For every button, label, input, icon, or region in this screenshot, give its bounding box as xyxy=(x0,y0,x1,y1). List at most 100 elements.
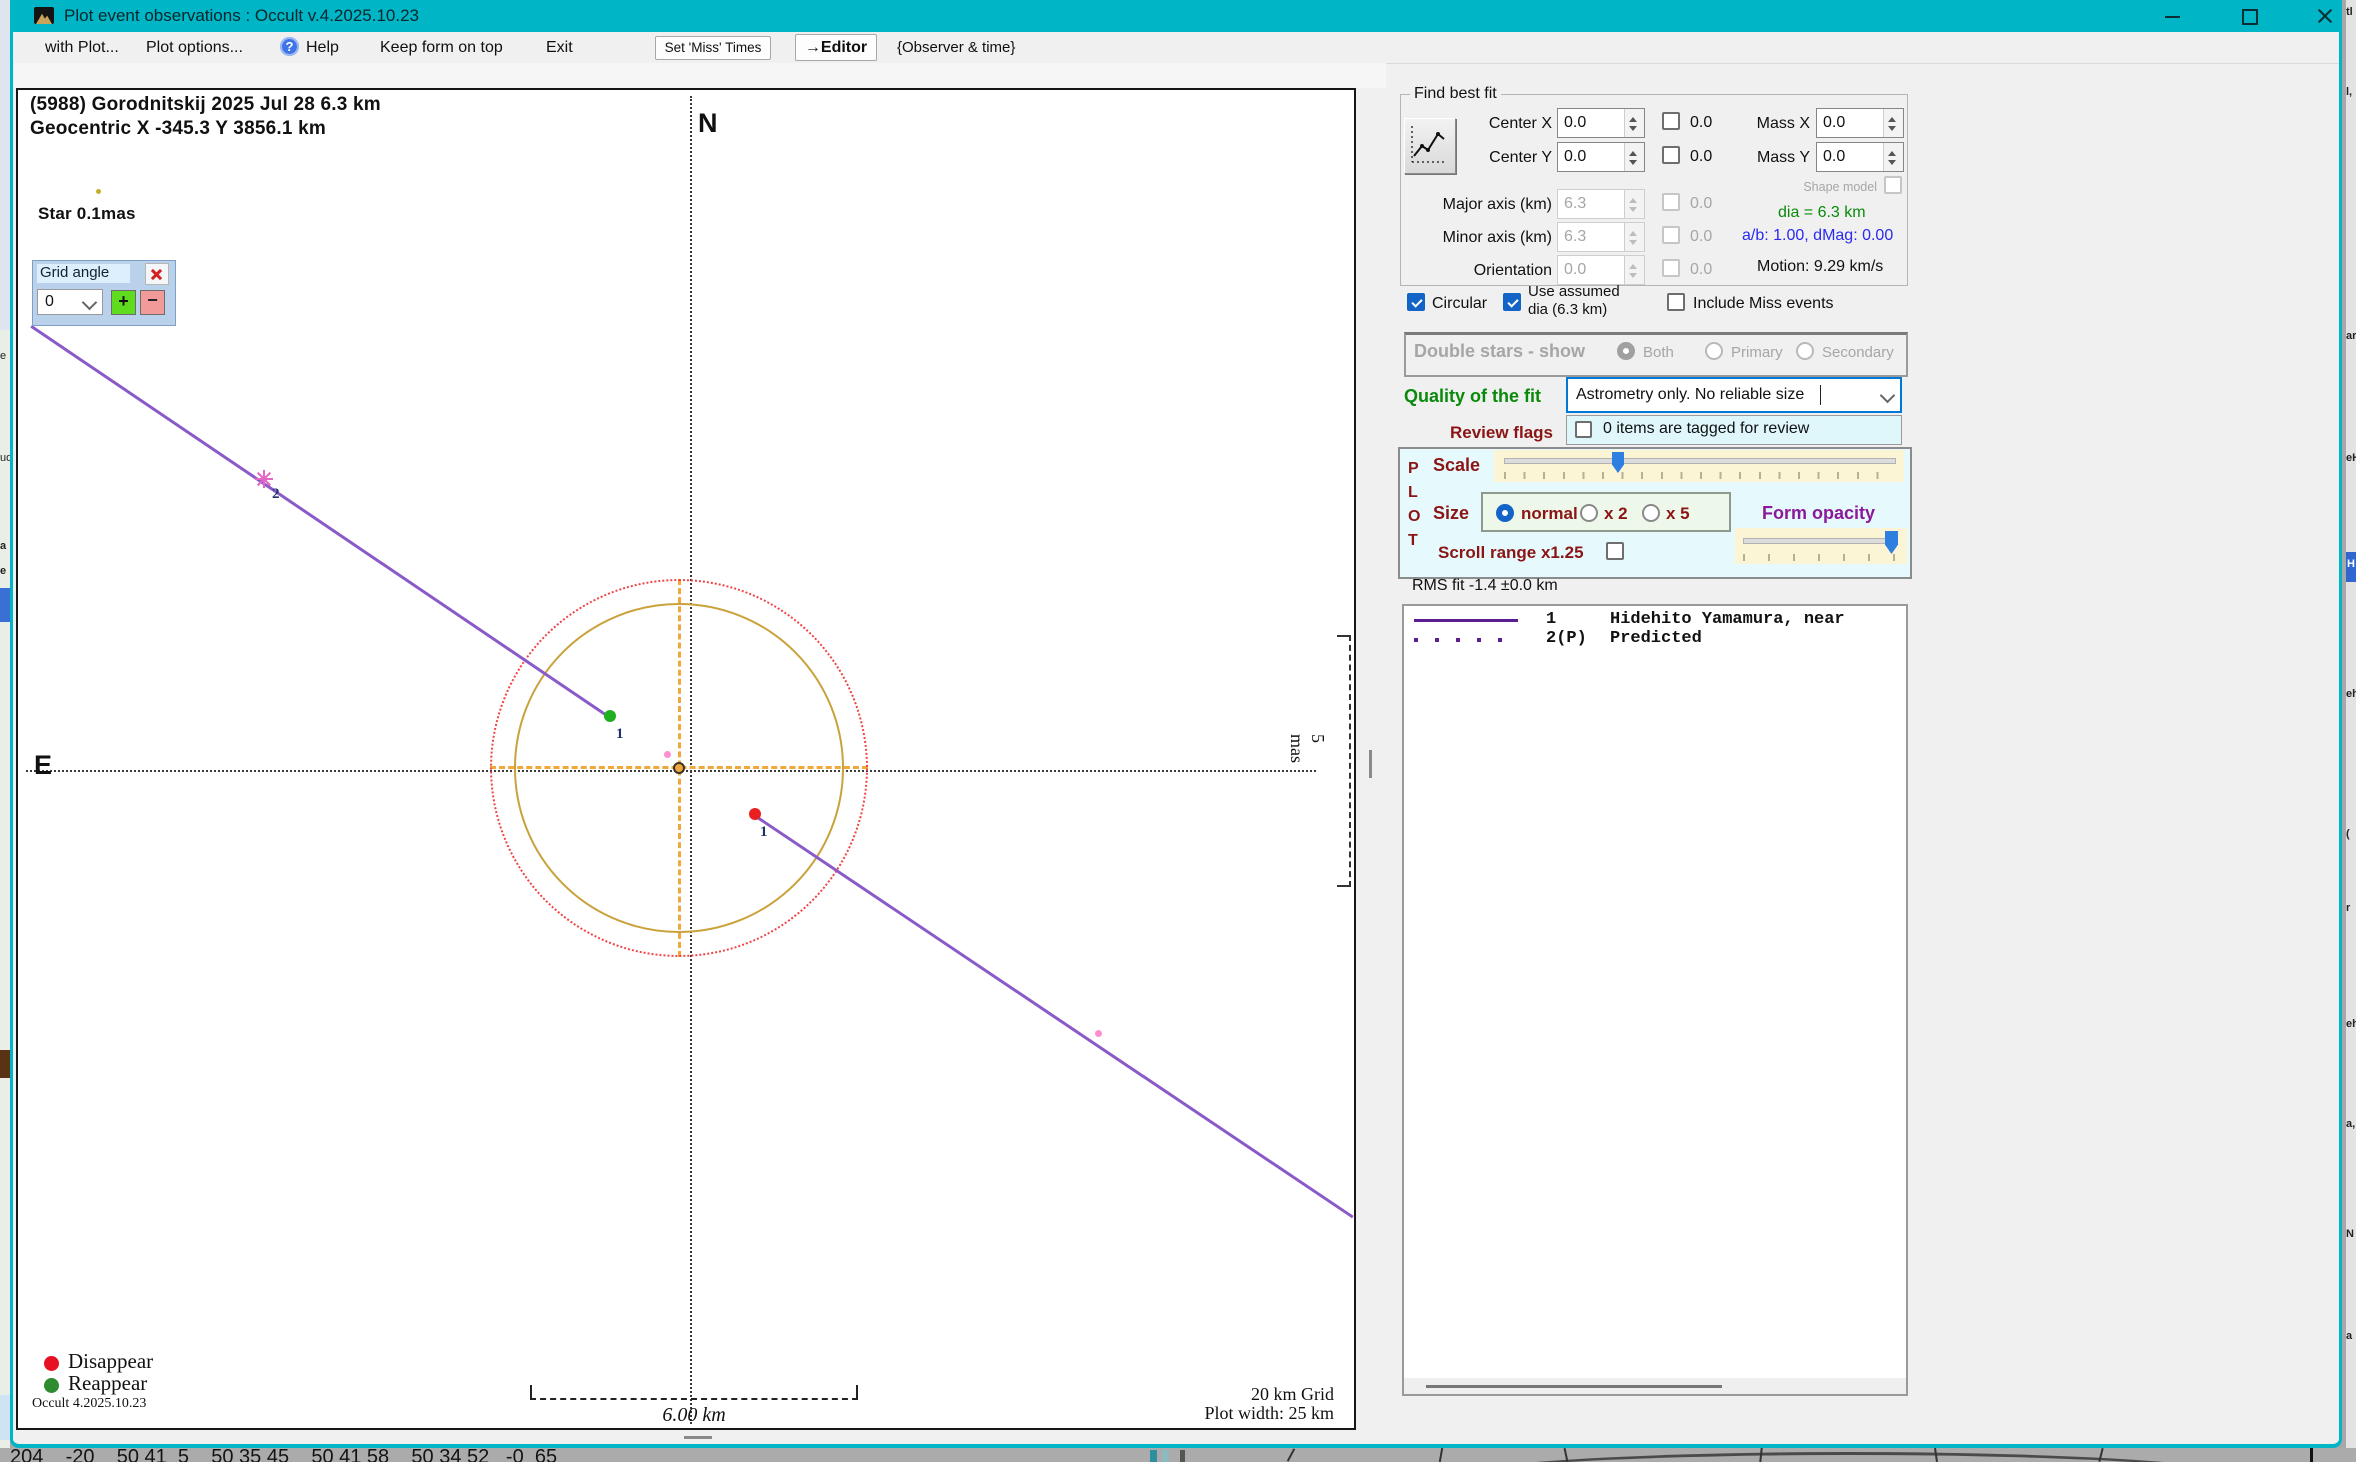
orientation-spinner: 0.0 xyxy=(1557,255,1645,285)
quality-combobox[interactable]: Astrometry only. No reliable size xyxy=(1566,377,1902,413)
center-x-spinner[interactable]: 0.0 xyxy=(1557,108,1645,138)
right-fragment: l, xyxy=(2346,86,2353,98)
shape-model-label: Shape model xyxy=(1803,180,1877,194)
chevron-down-icon xyxy=(81,294,98,311)
plot-letter-p: P xyxy=(1408,460,1419,477)
mass-x-spinner[interactable]: 0.0 xyxy=(1816,108,1904,138)
minimize-icon xyxy=(2165,16,2180,18)
scale-slider[interactable] xyxy=(1494,450,1904,482)
predicted-marker xyxy=(255,470,273,488)
mass-y-spinner[interactable]: 0.0 xyxy=(1816,142,1904,172)
center-x-label: Center X xyxy=(1488,115,1552,132)
scale-bar-label: 6.00 km xyxy=(662,1404,726,1426)
editor-button[interactable]: →Editor xyxy=(795,34,877,61)
small-pink-dot-center xyxy=(664,751,671,758)
double-stars-primary-radio xyxy=(1705,342,1723,360)
form-opacity-slider[interactable] xyxy=(1735,528,1907,564)
grid-angle-title: Grid angle xyxy=(37,264,130,283)
grid-angle-close-button[interactable] xyxy=(145,263,169,285)
screen: { "icons": {"help": "?", "plus": "+", "m… xyxy=(0,0,2356,1462)
chord-line-upper xyxy=(30,325,611,719)
mass-y-label: Mass Y xyxy=(1756,149,1810,166)
circular-checkbox[interactable] xyxy=(1407,293,1425,311)
spinner-arrows[interactable] xyxy=(1883,143,1903,171)
map-fragment xyxy=(1420,1452,2280,1462)
minimize-button[interactable] xyxy=(2150,0,2196,32)
include-miss-checkbox[interactable] xyxy=(1667,293,1685,311)
set-miss-times-button[interactable]: Set 'Miss' Times xyxy=(655,36,771,60)
scale-slider-thumb[interactable] xyxy=(1612,452,1624,473)
version-label: Occult 4.2025.10.23 xyxy=(32,1396,147,1411)
vertical-scrollbar-thumb[interactable] xyxy=(1369,750,1372,778)
observer-row-name[interactable]: Predicted xyxy=(1610,629,1702,648)
grid-angle-plus-button[interactable]: + xyxy=(111,290,136,315)
center-x-checkbox[interactable] xyxy=(1662,112,1680,130)
form-opacity-label: Form opacity xyxy=(1762,503,1876,523)
right-fragment: a, xyxy=(2346,1118,2356,1130)
right-fragment: eh xyxy=(2346,1018,2356,1030)
find-best-fit-legend: Find best fit xyxy=(1410,85,1501,103)
center-marker xyxy=(673,762,685,774)
menu-plot-options[interactable]: Plot options... xyxy=(146,39,243,57)
reappear-marker xyxy=(604,710,616,722)
predicted-marker-label: 2 xyxy=(272,486,280,502)
review-flags-text: 0 items are tagged for review xyxy=(1603,420,1810,437)
shape-model-checkbox[interactable] xyxy=(1884,176,1902,194)
review-flags-box: 0 items are tagged for review xyxy=(1566,415,1902,445)
form-opacity-slider-thumb[interactable] xyxy=(1885,531,1898,554)
review-flags-checkbox[interactable] xyxy=(1575,421,1592,438)
left-fragment: ud xyxy=(0,452,10,464)
grid-angle-select[interactable]: 0 xyxy=(37,289,103,315)
close-button[interactable] xyxy=(2302,0,2348,32)
double-stars-both-label: Both xyxy=(1643,344,1674,361)
minor-axis-label: Minor axis (km) xyxy=(1442,229,1552,246)
size-normal-radio[interactable] xyxy=(1496,504,1514,522)
ab-dmag-label: a/b: 1.00, dMag: 0.00 xyxy=(1742,227,1894,244)
use-assumed-label-2: dia (6.3 km) xyxy=(1528,301,1608,318)
menu-help[interactable]: Help xyxy=(306,39,339,57)
center-y-label: Center Y xyxy=(1489,149,1552,166)
horizontal-scrollbar-thumb[interactable] xyxy=(684,1436,712,1439)
right-fragment: N xyxy=(2346,1228,2354,1240)
observer-row-num[interactable]: 1 xyxy=(1546,610,1556,629)
orientation-checkbox xyxy=(1662,259,1680,277)
event-geocentric: Geocentric X -345.3 Y 3856.1 km xyxy=(30,118,326,139)
list-hscrollbar[interactable] xyxy=(1404,1378,1906,1394)
spinner-arrows[interactable] xyxy=(1883,109,1903,137)
title-bar[interactable]: Plot event observations : Occult v.4.202… xyxy=(10,0,2342,32)
maximize-icon xyxy=(2242,9,2258,25)
menu-with-plot[interactable]: with Plot... xyxy=(45,39,119,57)
maximize-button[interactable] xyxy=(2226,0,2272,32)
reappear-legend-label: Reappear xyxy=(68,1371,148,1395)
spinner-arrows[interactable] xyxy=(1624,143,1644,171)
help-icon[interactable]: ? xyxy=(280,37,299,56)
plot-canvas[interactable]: 1 1 2 (5988) Gorodnitskij 2025 Jul 28 6.… xyxy=(16,88,1356,1430)
observer-row-num[interactable]: 2(P) xyxy=(1546,629,1587,648)
menu-exit[interactable]: Exit xyxy=(546,39,573,57)
chord-style-solid xyxy=(1414,619,1518,622)
center-x-aux: 0.0 xyxy=(1690,114,1713,131)
right-fragment: eh xyxy=(2346,688,2356,700)
observer-list[interactable]: 1 Hidehito Yamamura, near 2(P) Predicted xyxy=(1402,604,1908,1396)
grid-angle-minus-button[interactable]: − xyxy=(140,290,165,315)
list-hscrollbar-thumb[interactable] xyxy=(1426,1385,1722,1388)
menu-keep-on-top[interactable]: Keep form on top xyxy=(380,39,503,57)
reappear-legend-dot xyxy=(44,1378,59,1393)
chord-style-dotted xyxy=(1414,638,1504,642)
observer-row-name[interactable]: Hidehito Yamamura, near xyxy=(1610,610,1845,629)
grid-angle-window[interactable]: Grid angle 0 + − xyxy=(32,260,176,326)
center-y-spinner[interactable]: 0.0 xyxy=(1557,142,1645,172)
spinner-arrows[interactable] xyxy=(1624,109,1644,137)
circular-label: Circular xyxy=(1432,295,1488,312)
use-assumed-checkbox[interactable] xyxy=(1503,293,1521,311)
center-y-checkbox[interactable] xyxy=(1662,146,1680,164)
find-best-fit-button[interactable] xyxy=(1404,118,1456,174)
grid-angle-value: 0 xyxy=(45,293,54,310)
motion-label: Motion: 9.29 km/s xyxy=(1757,258,1884,275)
double-stars-secondary-label: Secondary xyxy=(1822,344,1894,361)
size-x2-radio[interactable] xyxy=(1580,504,1598,522)
size-x5-radio[interactable] xyxy=(1642,504,1660,522)
plot-letter-o: O xyxy=(1408,508,1421,525)
size-label: Size xyxy=(1433,503,1470,523)
scroll-range-checkbox[interactable] xyxy=(1606,542,1624,560)
